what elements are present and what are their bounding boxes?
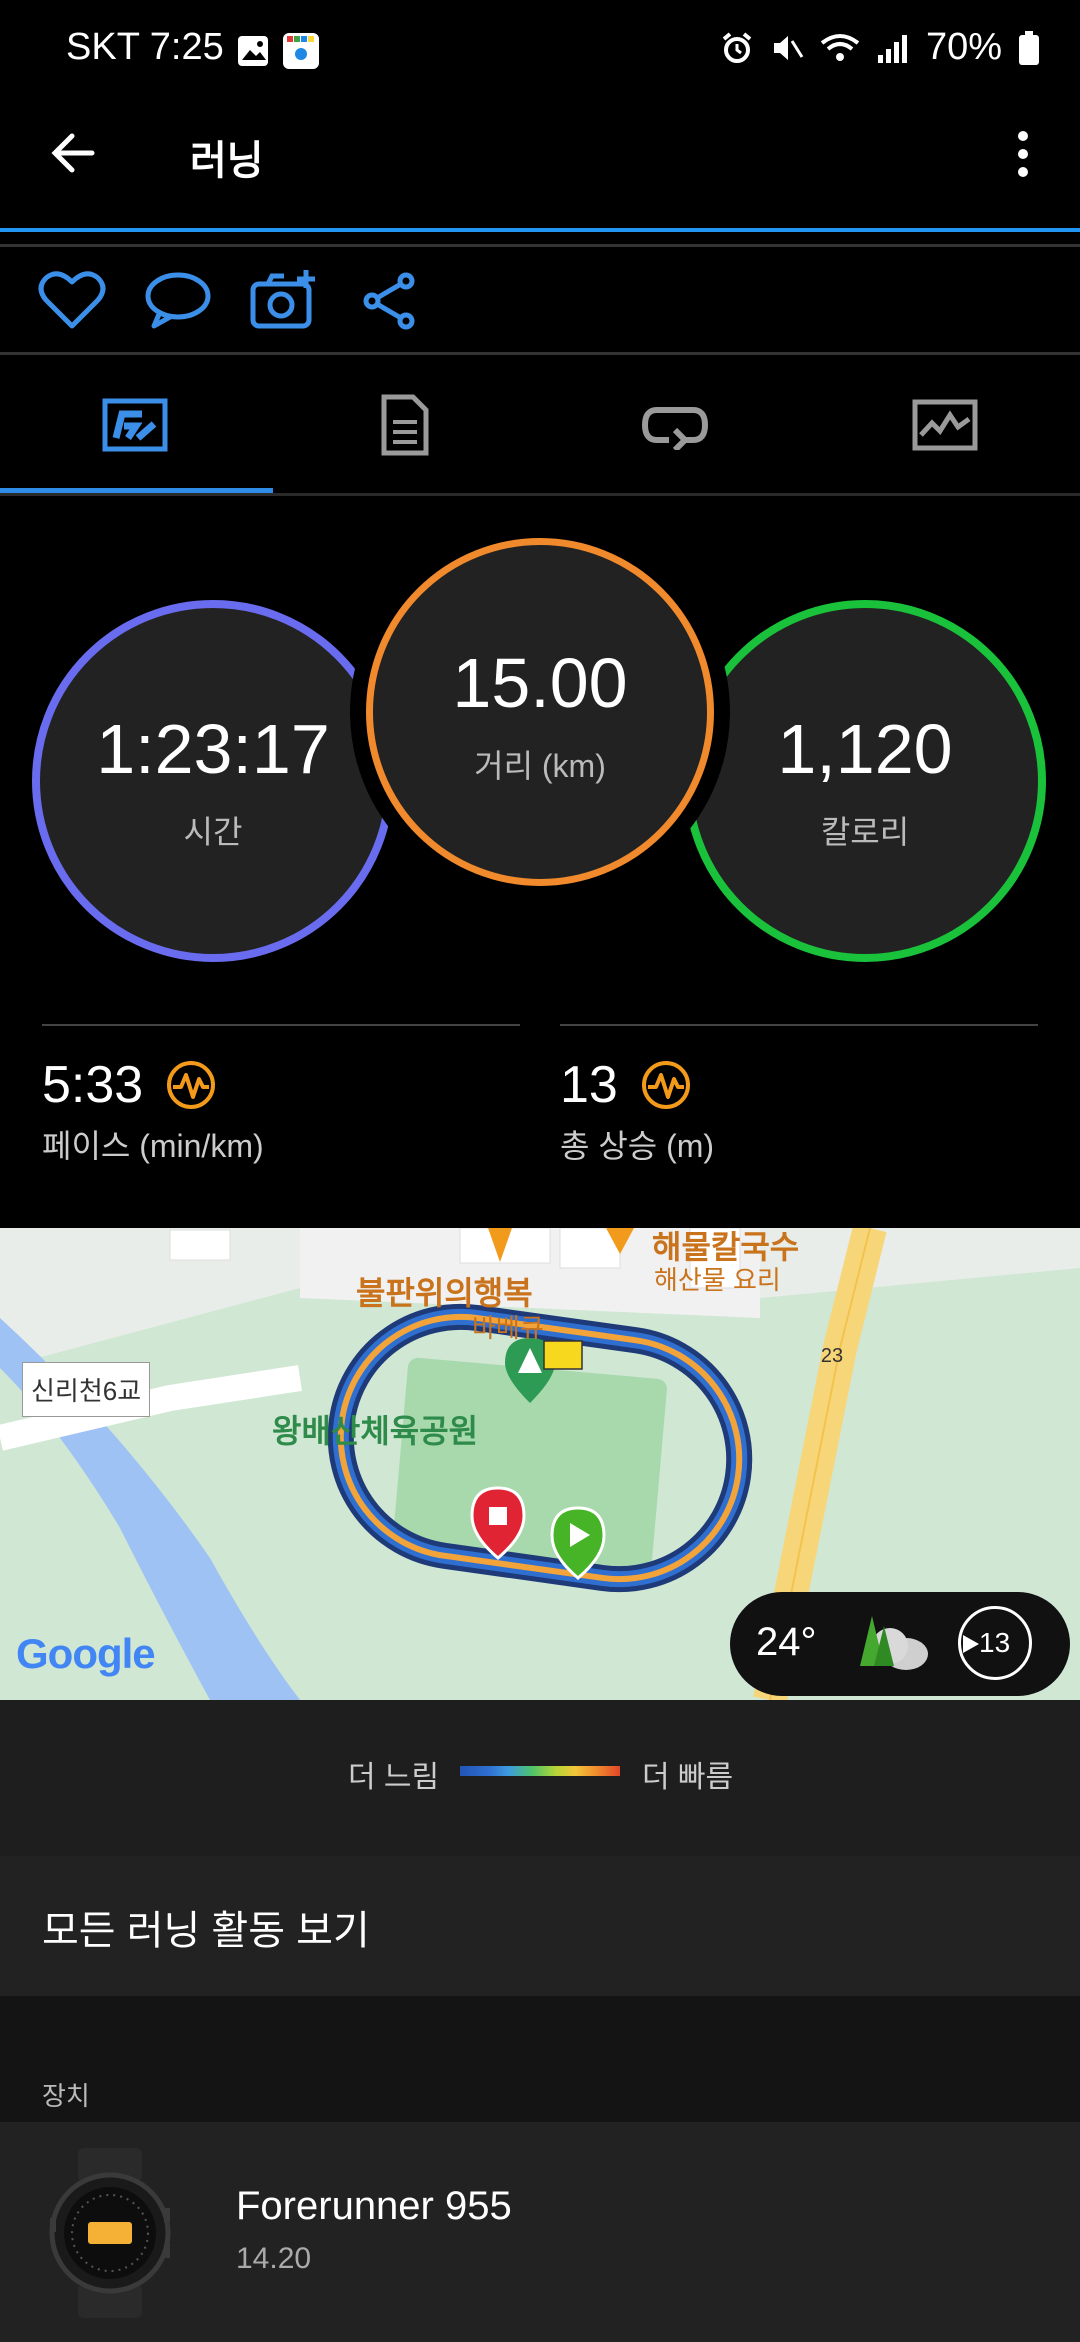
road-badge: 23: [820, 1345, 844, 1367]
page-title: 러닝: [190, 139, 264, 183]
device-version: 14.20: [236, 2242, 312, 2275]
place-sublabel: 해산물 요리: [654, 1265, 781, 1295]
share-icon: [363, 272, 415, 330]
alarm-icon: [722, 31, 752, 63]
add-photo-button[interactable]: [250, 268, 320, 337]
ascent-label: 총 상승 (m): [560, 1128, 715, 1164]
time-value: 1:23:17: [96, 710, 330, 788]
heart-rate-zone-icon: [641, 1061, 690, 1109]
calories-value: 1,120: [777, 710, 953, 788]
pace-gradient-bar: [460, 1766, 620, 1776]
cloudy-weather-icon: [860, 1616, 928, 1670]
activity-summary-icon: [102, 398, 168, 452]
more-vertical-icon: [1018, 131, 1028, 177]
ascent-value: 13: [560, 1056, 618, 1114]
heart-icon: [38, 271, 106, 329]
tab-stats[interactable]: [0, 355, 270, 495]
watch-icon: [49, 2148, 171, 2318]
carrier-time: SKT 7:25: [66, 26, 224, 68]
pace-value: 5:33: [42, 1056, 144, 1114]
distance-value: 15.00: [452, 644, 628, 722]
heart-rate-zone-icon: [167, 1061, 216, 1109]
time-label: 시간: [183, 814, 243, 850]
pace-label: 페이스 (min/km): [42, 1128, 264, 1164]
device-row[interactable]: Forerunner 955 14.20: [0, 2122, 1080, 2342]
signal-icon: [877, 34, 907, 63]
header-accent-line: [0, 228, 1080, 232]
view-all-label: 모든 러닝 활동 보기: [42, 1909, 370, 1953]
place-sublabel: 바베큐: [472, 1313, 544, 1343]
distance-circle-gap: 15.00 거리 (km): [350, 522, 730, 902]
status-right: 70%: [720, 26, 1040, 69]
wind-indicator: 13: [958, 1606, 1032, 1680]
tab-bar: [0, 355, 1080, 495]
device-header-label: 장치: [42, 2081, 90, 2111]
device-section-header: 장치: [0, 1996, 1080, 2122]
gallery-notification-icon: [236, 34, 270, 73]
divider: [0, 244, 1080, 247]
device-name: Forerunner 955: [236, 2184, 512, 2228]
mute-icon: [773, 35, 804, 60]
divider: [42, 1024, 520, 1026]
distance-circle: 15.00 거리 (km): [366, 538, 714, 886]
comment-button[interactable]: [144, 270, 212, 335]
document-icon: [381, 394, 429, 456]
back-button[interactable]: [48, 128, 98, 183]
wind-direction-icon: [963, 1635, 979, 1653]
battery-icon: [1019, 30, 1039, 65]
tab-charts[interactable]: [810, 355, 1080, 495]
weather-chip[interactable]: 24° 13: [730, 1592, 1070, 1696]
divider: [560, 1024, 1038, 1026]
distance-label: 거리 (km): [474, 748, 606, 784]
tab-details[interactable]: [270, 355, 540, 495]
ascent-stat: 13 총 상승 (m): [560, 1055, 714, 1167]
route-map[interactable]: 해물칼국수 해산물 요리 불판위의행복 바베큐 왕배산체육공원 신리천6교 23…: [0, 1228, 1080, 1700]
time-circle: 1:23:17 시간: [32, 600, 394, 962]
legend-faster: 더 빠름: [642, 1761, 734, 1794]
tab-laps[interactable]: [540, 355, 810, 495]
laps-loop-icon: [641, 407, 709, 450]
temperature: 24°: [756, 1620, 817, 1664]
park-label: 왕배산체육공원: [272, 1413, 479, 1449]
calories-label: 칼로리: [820, 814, 910, 850]
legend-slower: 더 느림: [348, 1761, 440, 1794]
camera-add-icon: [250, 270, 315, 329]
bridge-label: 신리천6교: [22, 1362, 151, 1417]
calories-circle: 1,120 칼로리: [684, 600, 1046, 962]
like-button[interactable]: [38, 268, 106, 337]
more-options-button[interactable]: [1006, 128, 1040, 185]
view-all-runs-button[interactable]: 모든 러닝 활동 보기: [0, 1856, 1080, 1996]
battery-percent: 70%: [925, 26, 1002, 68]
wifi-icon: [820, 33, 860, 61]
wind-speed: 13: [979, 1627, 1011, 1658]
pace-stat: 5:33 페이스 (min/km): [42, 1055, 264, 1167]
google-logo: Google: [16, 1630, 156, 1677]
arrow-left-icon: [51, 133, 95, 173]
chart-icon: [912, 399, 978, 451]
share-button[interactable]: [362, 272, 416, 335]
status-bar: SKT 7:25 70%: [0, 0, 1080, 105]
app-notification-icon: [282, 32, 320, 75]
divider: [0, 493, 1080, 496]
comment-icon: [145, 272, 211, 329]
